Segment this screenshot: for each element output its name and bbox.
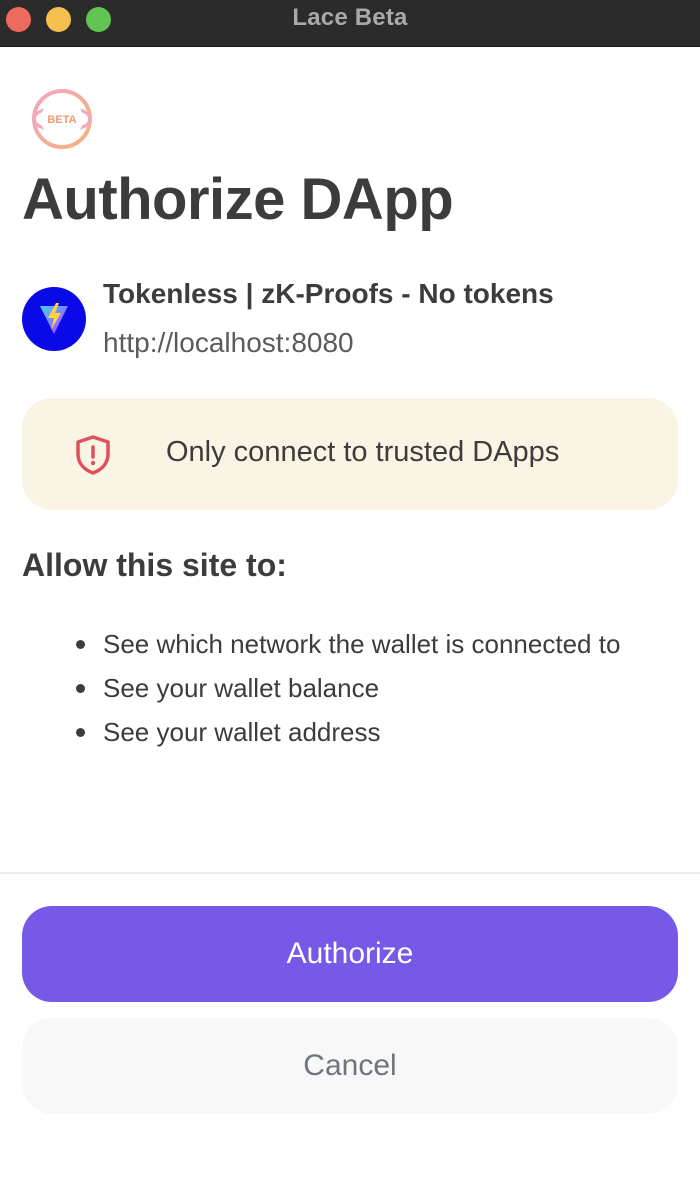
permission-text: See your wallet address bbox=[103, 717, 381, 747]
title-bar: Lace Beta bbox=[0, 0, 700, 47]
permission-item: See your wallet address bbox=[22, 710, 662, 754]
permissions-title: Allow this site to: bbox=[22, 547, 287, 583]
permissions-list: See which network the wallet is connecte… bbox=[22, 622, 662, 754]
dapp-name: Tokenless | zK-Proofs - No tokens bbox=[103, 278, 554, 309]
page-title: Authorize DApp bbox=[22, 167, 454, 232]
bullet bbox=[76, 640, 85, 649]
lace-beta-logo: BETA bbox=[31, 88, 93, 150]
divider bbox=[0, 872, 700, 874]
dapp-url: http://localhost:8080 bbox=[103, 327, 354, 358]
permission-text: See your wallet balance bbox=[103, 673, 380, 703]
authorize-button[interactable]: Authorize bbox=[22, 906, 678, 1002]
bullet bbox=[76, 684, 85, 693]
warning-text: Only connect to trusted DApps bbox=[166, 436, 560, 468]
dapp-avatar bbox=[22, 287, 86, 351]
cancel-button[interactable]: Cancel bbox=[22, 1018, 678, 1114]
permission-text: See which network the wallet is connecte… bbox=[103, 629, 621, 659]
vite-logo-icon bbox=[40, 303, 68, 334]
lace-window: Lace Beta BETA Authorize DApp Tokenless … bbox=[0, 0, 700, 1184]
shield-alert-icon bbox=[72, 434, 114, 481]
svg-text:BETA: BETA bbox=[47, 114, 76, 126]
trust-warning-banner: Only connect to trusted DApps bbox=[22, 398, 678, 510]
permission-item: See your wallet balance bbox=[22, 666, 662, 710]
bullet bbox=[76, 728, 85, 737]
permission-item: See which network the wallet is connecte… bbox=[22, 622, 662, 666]
window-title: Lace Beta bbox=[292, 4, 408, 31]
